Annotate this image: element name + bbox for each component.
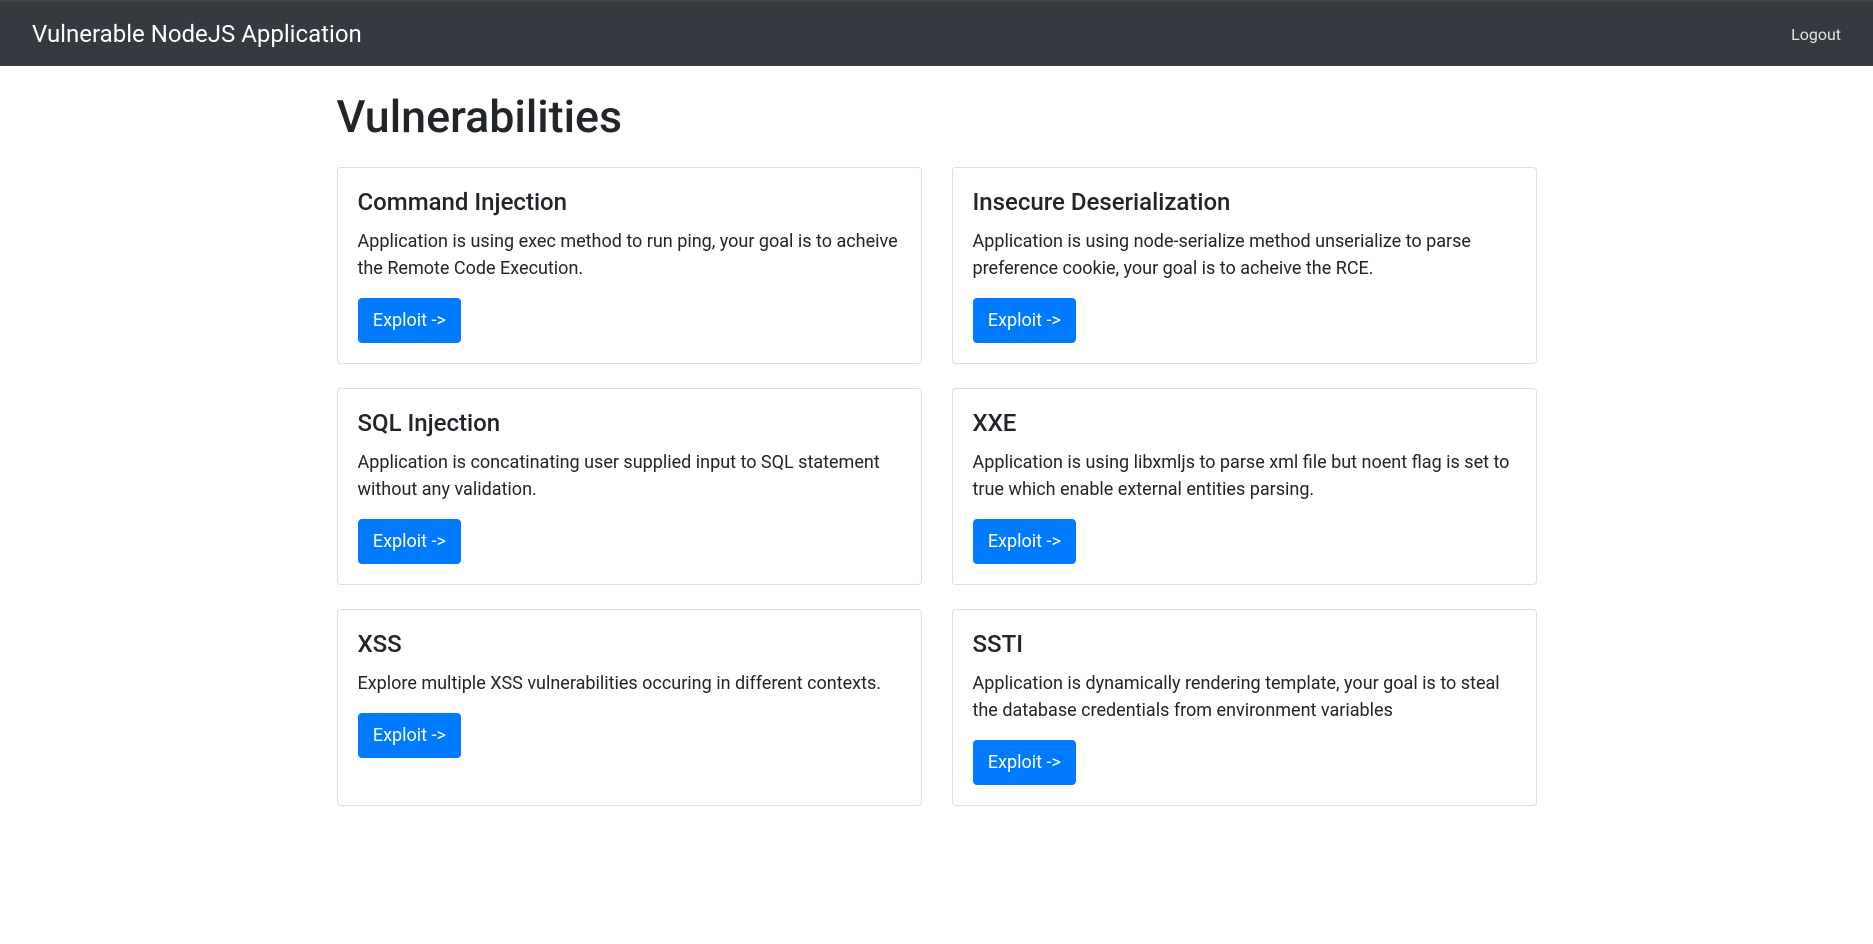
exploit-button[interactable]: Exploit ->: [973, 740, 1077, 785]
card-body: SQL Injection Application is concatinati…: [338, 389, 921, 584]
card-title: Insecure Deserialization: [973, 188, 1516, 216]
card-row: Command Injection Application is using e…: [322, 167, 1552, 830]
exploit-button[interactable]: Exploit ->: [358, 519, 462, 564]
card-text: Explore multiple XSS vulnerabilities occ…: [358, 670, 901, 697]
vuln-card-ssti: SSTI Application is dynamically renderin…: [952, 609, 1537, 806]
card-title: XSS: [358, 630, 901, 658]
vuln-card-command-injection: Command Injection Application is using e…: [337, 167, 922, 364]
exploit-button[interactable]: Exploit ->: [358, 713, 462, 758]
logout-link[interactable]: Logout: [1783, 17, 1849, 52]
card-col: XSS Explore multiple XSS vulnerabilities…: [322, 609, 937, 806]
card-body: XXE Application is using libxmljs to par…: [953, 389, 1536, 584]
vuln-card-insecure-deserialization: Insecure Deserialization Application is …: [952, 167, 1537, 364]
card-title: SSTI: [973, 630, 1516, 658]
card-body: Insecure Deserialization Application is …: [953, 168, 1536, 363]
card-text: Application is dynamically rendering tem…: [973, 670, 1516, 724]
exploit-button[interactable]: Exploit ->: [973, 298, 1077, 343]
brand-link[interactable]: Vulnerable NodeJS Application: [32, 15, 362, 53]
card-col: Insecure Deserialization Application is …: [937, 167, 1552, 364]
vuln-card-sql-injection: SQL Injection Application is concatinati…: [337, 388, 922, 585]
card-col: SQL Injection Application is concatinati…: [322, 388, 937, 585]
card-body: Command Injection Application is using e…: [338, 168, 921, 363]
exploit-button[interactable]: Exploit ->: [358, 298, 462, 343]
card-body: SSTI Application is dynamically renderin…: [953, 610, 1536, 805]
card-col: Command Injection Application is using e…: [322, 167, 937, 364]
card-title: SQL Injection: [358, 409, 901, 437]
vuln-card-xxe: XXE Application is using libxmljs to par…: [952, 388, 1537, 585]
card-title: Command Injection: [358, 188, 901, 216]
card-col: XXE Application is using libxmljs to par…: [937, 388, 1552, 585]
card-title: XXE: [973, 409, 1516, 437]
exploit-button[interactable]: Exploit ->: [973, 519, 1077, 564]
navbar: Vulnerable NodeJS Application Logout: [0, 2, 1873, 66]
card-body: XSS Explore multiple XSS vulnerabilities…: [338, 610, 921, 778]
card-col: SSTI Application is dynamically renderin…: [937, 609, 1552, 806]
card-text: Application is using exec method to run …: [358, 228, 901, 282]
card-text: Application is concatinating user suppli…: [358, 449, 901, 503]
page-title: Vulnerabilities: [337, 90, 1537, 143]
card-text: Application is using node-serialize meth…: [973, 228, 1516, 282]
card-text: Application is using libxmljs to parse x…: [973, 449, 1516, 503]
main-container: Vulnerabilities Command Injection Applic…: [322, 90, 1552, 830]
vuln-card-xss: XSS Explore multiple XSS vulnerabilities…: [337, 609, 922, 806]
